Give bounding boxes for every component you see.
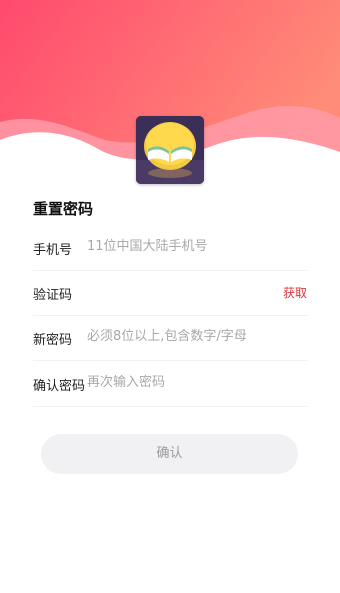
phone-field-row: 手机号 [33, 226, 307, 271]
get-code-button[interactable]: 获取 [283, 284, 307, 301]
page-title: 重置密码 [33, 200, 94, 218]
app-logo [136, 116, 204, 184]
code-field-row: 验证码 获取 [33, 271, 307, 316]
confirm-password-field-row: 确认密码 [33, 362, 307, 407]
password-field-row: 新密码 [33, 316, 307, 361]
phone-label: 手机号 [33, 243, 73, 258]
password-label: 新密码 [33, 333, 73, 348]
confirm-password-input[interactable] [87, 371, 287, 393]
code-label: 验证码 [33, 288, 73, 303]
phone-input[interactable] [87, 235, 287, 257]
password-input[interactable] [87, 325, 287, 347]
code-input[interactable] [87, 280, 287, 302]
confirm-password-label: 确认密码 [33, 379, 86, 394]
book-mascot-logo-icon [136, 116, 204, 184]
confirm-button[interactable]: 确认 [41, 434, 298, 474]
